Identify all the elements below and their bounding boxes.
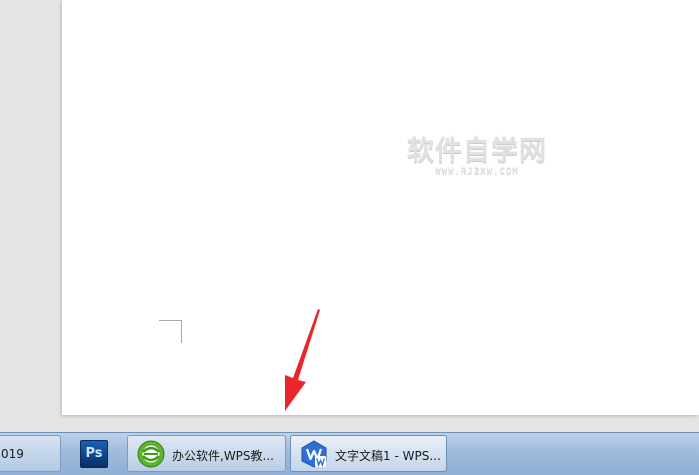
browser-icon (137, 440, 165, 468)
taskbar-item-photoshop[interactable]: Ps (70, 435, 122, 472)
wps-writer-icon (301, 440, 327, 468)
watermark-main-text: 软件自学网 (407, 136, 547, 167)
photoshop-icon: Ps (80, 440, 108, 468)
taskbar-item-previous-app[interactable]: 019 (0, 435, 61, 472)
taskbar-item-label: 019 (1, 447, 24, 461)
watermark-logo: 软件自学网 WWW.RJZXW.COM (402, 137, 552, 178)
taskbar-item-wps-writer[interactable]: 文字文稿1 - WPS... (290, 435, 447, 472)
photoshop-icon-glyph: Ps (85, 446, 103, 461)
watermark-url-text: WWW.RJZXW.COM (435, 167, 519, 177)
document-page[interactable]: 软件自学网 WWW.RJZXW.COM (62, 0, 699, 415)
taskbar-item-label: 文字文稿1 - WPS... (335, 449, 441, 463)
page-margin-corner-mark (159, 320, 182, 343)
taskbar-item-browser-office-wps[interactable]: 办公软件,WPS教... (127, 435, 286, 472)
taskbar: 019 Ps 办公软件,WPS教... 文字文稿1 - WPS... (0, 432, 699, 475)
screen: 软件自学网 WWW.RJZXW.COM 019 Ps 办公软件,WPS教... … (0, 0, 699, 475)
taskbar-item-label: 办公软件,WPS教... (172, 449, 274, 463)
document-canvas[interactable]: 软件自学网 WWW.RJZXW.COM (0, 0, 699, 432)
